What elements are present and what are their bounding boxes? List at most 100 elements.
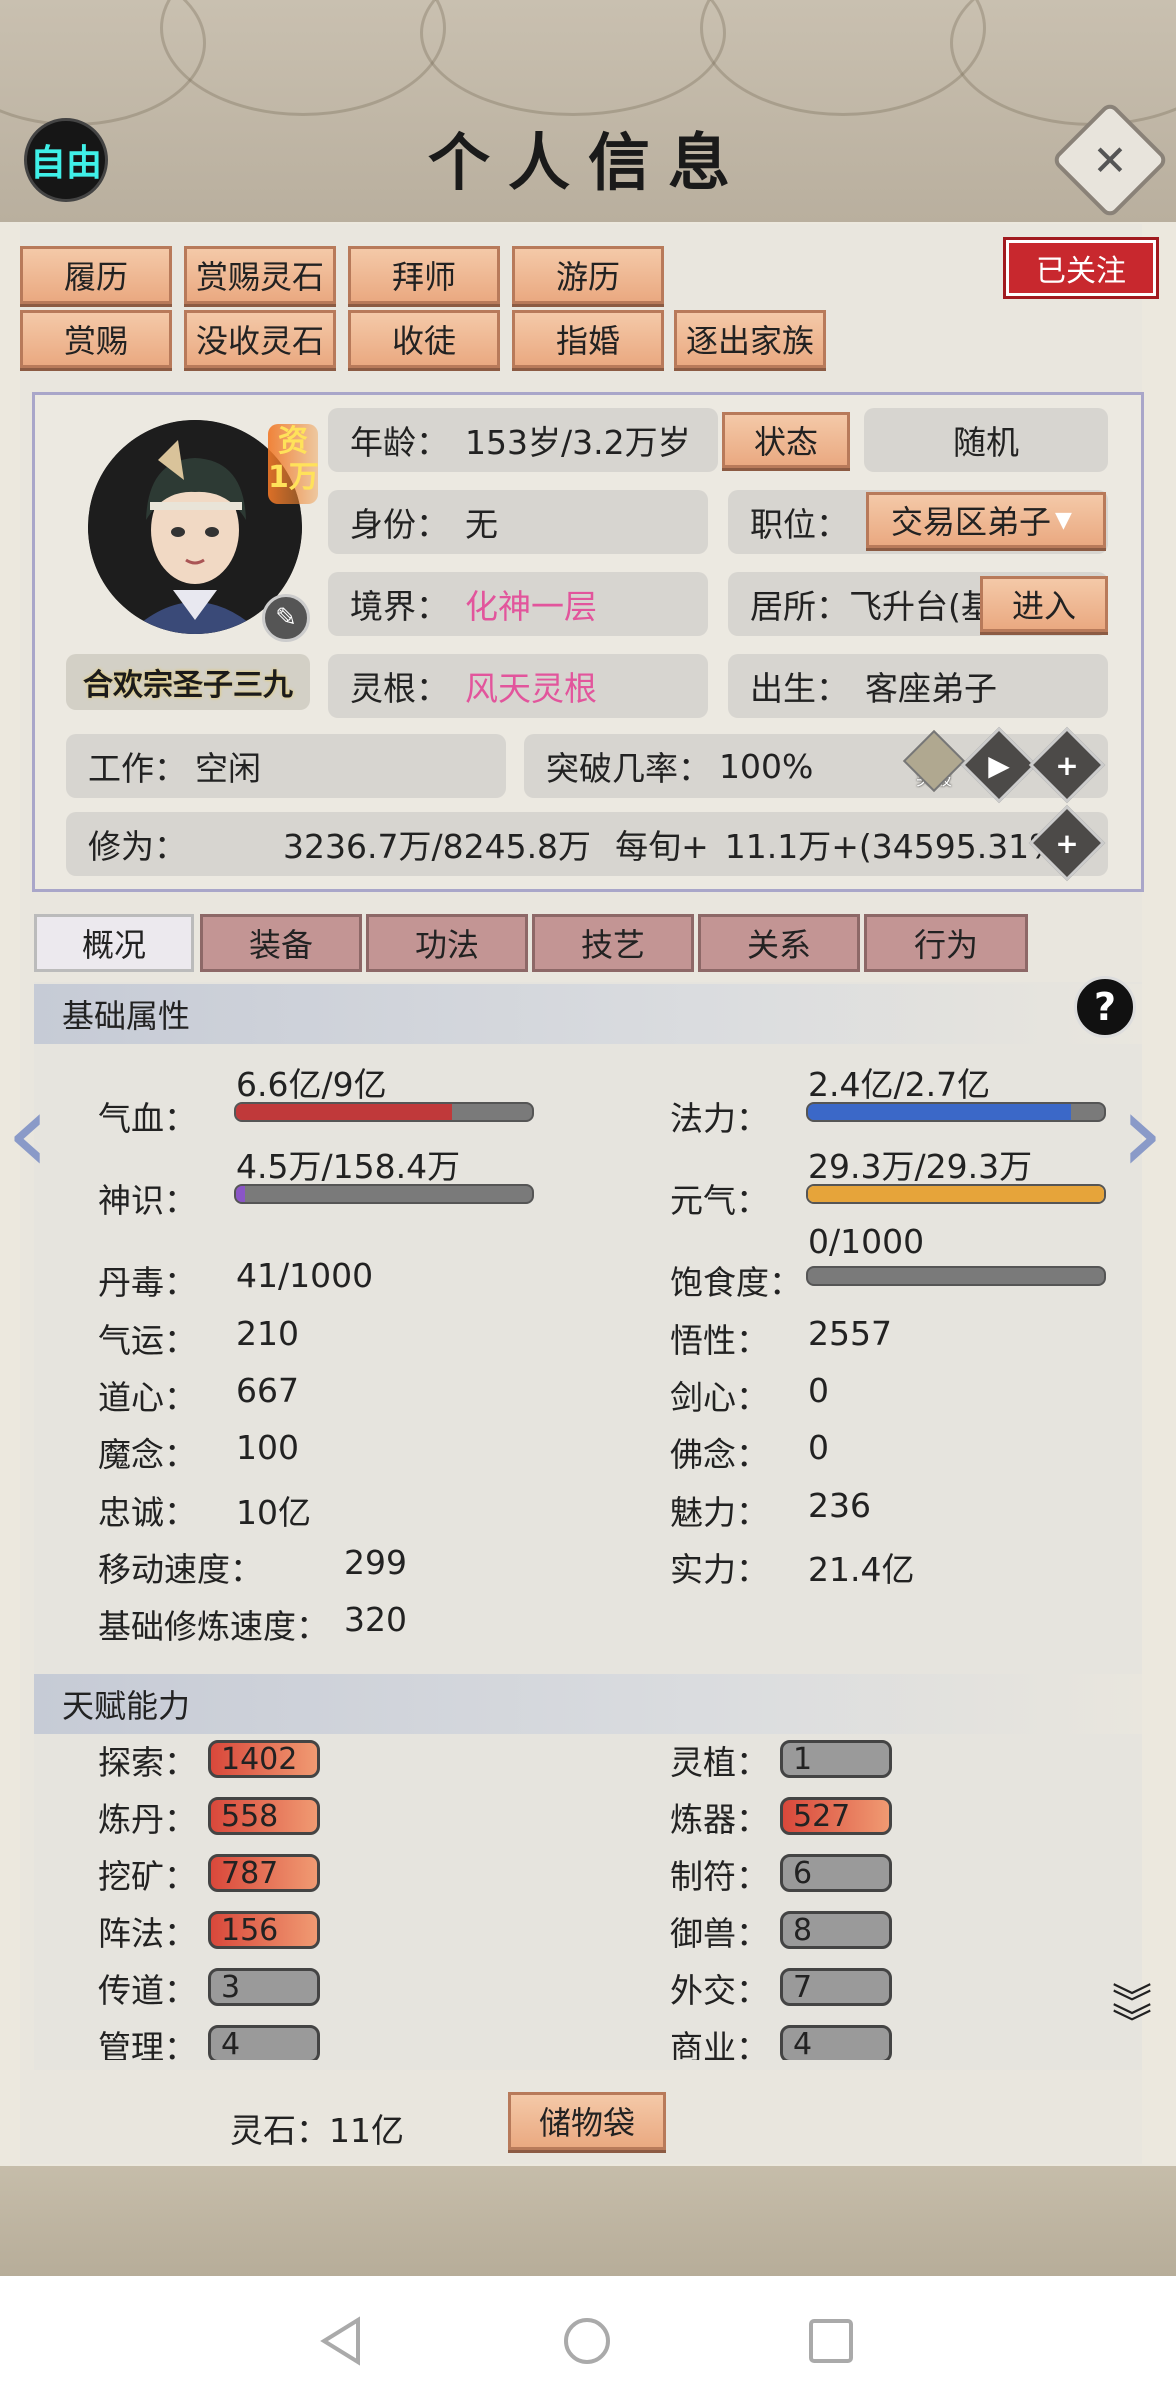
storage-bag-button[interactable]: 储物袋 [508, 2092, 666, 2150]
talent-badge: 6 [780, 1854, 892, 1892]
hp-label: 气血： [98, 1099, 197, 1138]
resume-button[interactable]: 履历 [20, 246, 172, 304]
tab-behavior[interactable]: 行为 [864, 914, 1028, 972]
scroll-down-icon[interactable]: ︾ ︾ [1102, 1984, 1162, 2064]
talent-label: 炼器： [670, 1800, 769, 1839]
mana-value: 2.4亿/2.7亿 [808, 1065, 991, 1104]
talent-badge: 1 [780, 1740, 892, 1778]
reward-stone-button[interactable]: 赏赐灵石 [184, 246, 336, 304]
stat-label: 移动速度： [98, 1550, 263, 1589]
prev-arrow-icon[interactable]: ‹ [6, 1078, 56, 1188]
tab-equipment[interactable]: 装备 [200, 914, 362, 972]
talent-label: 制符： [670, 1857, 769, 1896]
stat-value: 41/1000 [236, 1256, 374, 1295]
talent-badge: 3 [208, 1968, 320, 2006]
enter-button[interactable]: 进入 [980, 576, 1108, 632]
stat-value: 100 [236, 1428, 299, 1467]
mana-bar [806, 1102, 1106, 1122]
stat-label: 佛念： [670, 1435, 769, 1474]
stat-label: 丹毒： [98, 1263, 197, 1302]
home-nav-icon[interactable] [562, 2316, 612, 2366]
stat-label: 忠诚： [98, 1493, 197, 1532]
stat-value: 667 [236, 1371, 299, 1410]
mana-label: 法力： [670, 1099, 769, 1138]
realm-field: 境界： 化神一层 [328, 572, 708, 636]
age-field: 年龄： 153岁/3.2万岁 [328, 408, 718, 472]
cultivation-field: 修为： 3236.7万/8245.8万 每旬+ 11.1万+(34595.31% [66, 812, 1108, 876]
stat-value: 320 [344, 1600, 407, 1639]
talent-badge: 7 [780, 1968, 892, 2006]
hp-bar-fill [236, 1104, 453, 1120]
help-icon[interactable]: ? [1074, 976, 1136, 1038]
tab-crafts[interactable]: 技艺 [532, 914, 694, 972]
stat-label: 基础修炼速度： [98, 1607, 329, 1646]
talent-label: 管理： [98, 2028, 197, 2060]
stat-label: 气运： [98, 1321, 197, 1360]
plus-icon: + [1055, 748, 1079, 782]
tab-skills[interactable]: 功法 [366, 914, 528, 972]
position-select[interactable]: 交易区弟子 ▼ [866, 492, 1106, 548]
spirit-stone-display: 灵石：11亿 [230, 2111, 404, 2150]
hp-bar [234, 1102, 534, 1122]
satiety-bar [806, 1266, 1106, 1286]
character-name: 合欢宗圣子三九 [66, 654, 310, 710]
spirit-sense-label: 神识： [98, 1181, 197, 1220]
edit-pencil-icon[interactable]: ✎ [262, 594, 310, 642]
stat-label: 悟性： [670, 1321, 769, 1360]
aptitude-badge: 资 1万 [268, 424, 319, 504]
back-nav-icon[interactable] [318, 2316, 364, 2366]
talent-badge: 156 [208, 1911, 320, 1949]
talent-badge: 558 [208, 1797, 320, 1835]
take-disciple-button[interactable]: 收徒 [348, 310, 500, 368]
stat-label: 魔念： [98, 1435, 197, 1474]
followed-button[interactable]: 已关注 [1003, 237, 1159, 299]
arrange-marriage-button[interactable]: 指婚 [512, 310, 664, 368]
spirit-sense-bar-fill [236, 1186, 245, 1202]
birth-field: 出生： 客座弟子 [728, 654, 1108, 718]
vitality-bar-fill [808, 1186, 1104, 1202]
talent-label: 外交： [670, 1971, 769, 2010]
talent-label: 挖矿： [98, 1857, 197, 1896]
aptitude-text: 资 1万 [268, 424, 319, 495]
expel-button[interactable]: 逐出家族 [674, 310, 826, 368]
work-field: 工作： 空闲 [66, 734, 506, 798]
stat-value: 299 [344, 1543, 407, 1582]
talent-label: 探索： [98, 1743, 197, 1782]
page-title: 个人信息 [427, 126, 748, 199]
stat-value: 0 [808, 1428, 829, 1467]
talent-label: 传道： [98, 1971, 197, 2010]
confiscate-stone-button[interactable]: 没收灵石 [184, 310, 336, 368]
talent-label: 御兽： [670, 1914, 769, 1953]
talent-list: 探索： 1402 炼丹： 558 挖矿： 787 阵法： 156 传道： 3 管… [34, 1736, 1142, 2060]
play-icon: ▶ [988, 748, 1010, 782]
travel-button[interactable]: 游历 [512, 246, 664, 304]
recents-nav-icon[interactable] [808, 2318, 854, 2364]
breakthrough-icon[interactable]: 突破 [902, 729, 966, 796]
spirit-sense-value: 4.5万/158.4万 [236, 1147, 461, 1186]
talent-badge: 8 [780, 1911, 892, 1949]
talent-label: 灵植： [670, 1743, 769, 1782]
identity-field: 身份：无 [328, 490, 708, 554]
spirit-sense-bar [234, 1184, 534, 1204]
satiety-label: 饱食度： [670, 1263, 802, 1302]
mana-bar-fill [808, 1104, 1072, 1120]
talent-label: 炼丹： [98, 1800, 197, 1839]
hp-value: 6.6亿/9亿 [236, 1065, 387, 1104]
stat-label: 道心： [98, 1378, 197, 1417]
status-button[interactable]: 状态 [722, 412, 850, 468]
reward-button[interactable]: 赏赐 [20, 310, 172, 368]
tab-relations[interactable]: 关系 [698, 914, 860, 972]
tab-overview[interactable]: 概况 [34, 914, 194, 972]
random-button[interactable]: 随机 [864, 408, 1108, 472]
talent-header: 天赋能力 [34, 1674, 1142, 1734]
stat-label: 实力： [670, 1550, 769, 1589]
mode-free-button[interactable]: 自由 [24, 118, 108, 202]
next-arrow-icon[interactable]: › [1120, 1078, 1170, 1188]
vitality-label: 元气： [670, 1181, 769, 1220]
talent-badge: 527 [780, 1797, 892, 1835]
apprentice-button[interactable]: 拜师 [348, 246, 500, 304]
satiety-value: 0/1000 [808, 1222, 925, 1261]
talent-badge: 1402 [208, 1740, 320, 1778]
vitality-bar [806, 1184, 1106, 1204]
vitality-value: 29.3万/29.3万 [808, 1147, 1033, 1186]
